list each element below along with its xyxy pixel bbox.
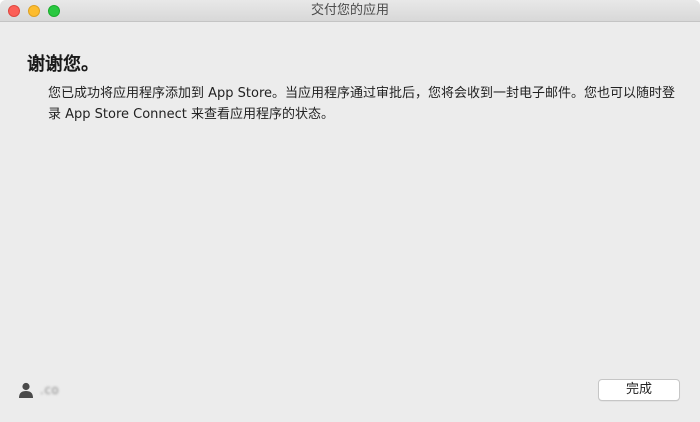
thank-you-heading: 谢谢您。 [27, 54, 99, 75]
account-info: .co [18, 380, 59, 400]
done-button[interactable]: 完成 [598, 379, 680, 401]
account-email: .co [40, 383, 60, 397]
window-title: 交付您的应用 [310, 3, 389, 18]
person-icon [18, 382, 34, 398]
success-message: 您已成功将应用程序添加到 App Store。当应用程序通过审批后，您将会收到一… [48, 86, 676, 122]
dialog-window: 交付您的应用 谢谢您。 您已成功将应用程序添加到 App Store。当应用程序… [0, 0, 700, 422]
title-bar: 交付您的应用 [0, 0, 700, 22]
